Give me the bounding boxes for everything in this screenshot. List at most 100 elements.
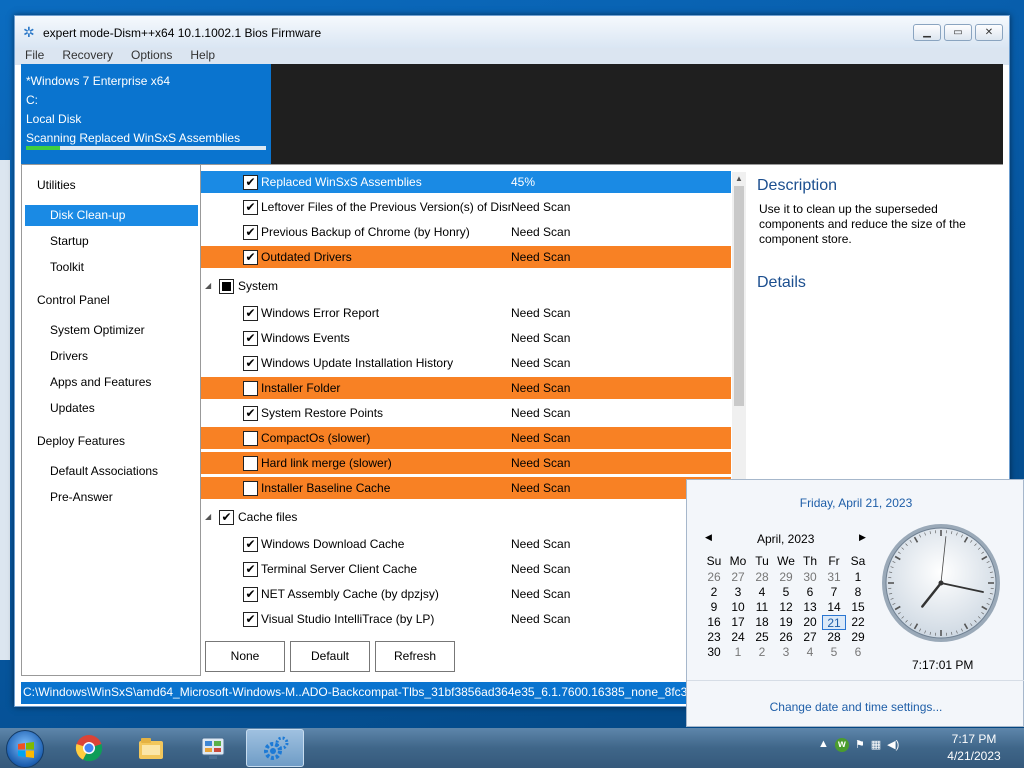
calendar-day[interactable]: 26 xyxy=(702,570,726,585)
taskbar-explorer[interactable] xyxy=(122,729,180,767)
row-checkbox[interactable] xyxy=(243,481,258,496)
list-row[interactable]: ✔ Previous Backup of Chrome (by Honry) Nee… xyxy=(201,221,731,243)
sidebar-item-pre-answer[interactable]: Pre-Answer xyxy=(25,487,198,508)
menu-recovery[interactable]: Recovery xyxy=(62,48,113,65)
list-row[interactable]: ✔ Replaced WinSxS Assemblies 45% xyxy=(201,171,731,193)
show-hidden-icons-icon[interactable]: ▲ xyxy=(818,738,829,752)
calendar-day[interactable]: 8 xyxy=(846,585,870,600)
calendar-day[interactable]: 23 xyxy=(702,630,726,645)
prev-month-icon[interactable]: ◀ xyxy=(705,532,712,543)
row-checkbox[interactable]: ✔ xyxy=(243,406,258,421)
group-checkbox[interactable] xyxy=(219,279,234,294)
row-checkbox[interactable]: ✔ xyxy=(243,587,258,602)
calendar-day[interactable]: 4 xyxy=(798,645,822,660)
calendar-day[interactable]: 13 xyxy=(798,600,822,615)
list-group-cache-files[interactable]: ◢ ✔ Cache files xyxy=(201,504,731,530)
menu-help[interactable]: Help xyxy=(190,48,215,65)
list-row[interactable]: ✔ NET Assembly Cache (by dpzjsy) Need Scan xyxy=(201,583,731,605)
calendar-day[interactable]: 3 xyxy=(726,585,750,600)
list-row[interactable]: ✔ Outdated Drivers Need Scan xyxy=(201,246,731,268)
calendar-day[interactable]: 16 xyxy=(702,615,726,630)
calendar-day[interactable]: 3 xyxy=(774,645,798,660)
list-row[interactable]: ✔ Visual Studio IntelliTrace (by LP) Need … xyxy=(201,608,731,630)
calendar-day[interactable]: 19 xyxy=(774,615,798,630)
calendar-day[interactable]: 27 xyxy=(726,570,750,585)
taskbar-clock[interactable]: 7:17 PM 4/21/2023 xyxy=(940,731,1008,765)
none-button[interactable]: None xyxy=(205,641,285,672)
list-row[interactable]: ✔ Windows Events Need Scan xyxy=(201,327,731,349)
row-checkbox[interactable]: ✔ xyxy=(243,356,258,371)
calendar-day[interactable]: 5 xyxy=(822,645,846,660)
start-button[interactable] xyxy=(6,730,44,768)
calendar-day[interactable]: 27 xyxy=(798,630,822,645)
title-bar[interactable]: ✲ expert mode-Dism++x64 10.1.1002.1 Bios… xyxy=(15,16,1009,48)
calendar-day[interactable]: 24 xyxy=(726,630,750,645)
list-row[interactable]: Installer Folder Need Scan xyxy=(201,377,731,399)
sidebar-item-apps-features[interactable]: Apps and Features xyxy=(25,372,198,393)
calendar-day[interactable]: 4 xyxy=(750,585,774,600)
sidebar-item-disk-cleanup[interactable]: Disk Clean-up xyxy=(25,205,198,226)
list-row[interactable]: ✔ Windows Update Installation History Need… xyxy=(201,352,731,374)
list-row[interactable]: ✔ Leftover Files of the Previous Version(… xyxy=(201,196,731,218)
calendar-day[interactable]: 12 xyxy=(774,600,798,615)
calendar-day[interactable]: 26 xyxy=(774,630,798,645)
calendar-day[interactable]: 22 xyxy=(846,615,870,630)
row-checkbox[interactable] xyxy=(243,431,258,446)
row-checkbox[interactable]: ✔ xyxy=(243,175,258,190)
calendar-day[interactable]: 25 xyxy=(750,630,774,645)
calendar-day[interactable]: 6 xyxy=(846,645,870,660)
group-checkbox[interactable]: ✔ xyxy=(219,510,234,525)
expand-arrow-icon[interactable]: ◢ xyxy=(205,273,211,299)
calendar-day[interactable]: 30 xyxy=(798,570,822,585)
menu-file[interactable]: File xyxy=(25,48,44,65)
scrollbar-thumb[interactable] xyxy=(734,186,744,406)
row-checkbox[interactable]: ✔ xyxy=(243,537,258,552)
row-checkbox[interactable]: ✔ xyxy=(243,331,258,346)
calendar-day[interactable]: 30 xyxy=(702,645,726,660)
close-button[interactable]: ✕ xyxy=(975,24,1003,41)
calendar-day[interactable]: 9 xyxy=(702,600,726,615)
list-row[interactable]: ✔ Windows Error Report Need Scan xyxy=(201,302,731,324)
scroll-up-icon[interactable]: ▲ xyxy=(735,174,743,183)
calendar-day[interactable]: 6 xyxy=(798,585,822,600)
calendar-day[interactable]: 28 xyxy=(822,630,846,645)
row-checkbox[interactable]: ✔ xyxy=(243,250,258,265)
taskbar-control-panel[interactable] xyxy=(184,729,242,767)
sidebar-item-system-optimizer[interactable]: System Optimizer xyxy=(25,320,198,341)
calendar-day[interactable]: 20 xyxy=(798,615,822,630)
list-row[interactable]: Installer Baseline Cache Need Scan xyxy=(201,477,731,499)
row-checkbox[interactable]: ✔ xyxy=(243,562,258,577)
row-checkbox[interactable] xyxy=(243,381,258,396)
calendar-day[interactable]: 29 xyxy=(774,570,798,585)
calendar-day[interactable]: 2 xyxy=(702,585,726,600)
calendar-date-title[interactable]: Friday, April 21, 2023 xyxy=(687,496,1024,510)
sidebar-item-startup[interactable]: Startup xyxy=(25,231,198,252)
calendar-day[interactable]: 28 xyxy=(750,570,774,585)
calendar-day[interactable]: 7 xyxy=(822,585,846,600)
list-row[interactable]: ✔ Windows Download Cache Need Scan xyxy=(201,533,731,555)
volume-icon[interactable]: ◀) xyxy=(887,738,899,752)
expand-arrow-icon[interactable]: ◢ xyxy=(205,504,211,530)
list-row[interactable]: ✔ System Restore Points Need Scan xyxy=(201,402,731,424)
calendar-day[interactable]: 21 xyxy=(822,615,846,630)
row-checkbox[interactable]: ✔ xyxy=(243,612,258,627)
row-checkbox[interactable]: ✔ xyxy=(243,200,258,215)
taskbar-dism[interactable] xyxy=(246,729,304,767)
wisecare-icon[interactable]: w xyxy=(834,738,849,752)
sidebar-item-toolkit[interactable]: Toolkit xyxy=(25,257,198,278)
list-row[interactable]: CompactOs (slower) Need Scan xyxy=(201,427,731,449)
row-checkbox[interactable]: ✔ xyxy=(243,306,258,321)
calendar-day[interactable]: 1 xyxy=(846,570,870,585)
calendar-day[interactable]: 14 xyxy=(822,600,846,615)
list-group-system[interactable]: ◢ System xyxy=(201,273,731,299)
list-row[interactable]: ✔ Terminal Server Client Cache Need Scan xyxy=(201,558,731,580)
refresh-button[interactable]: Refresh xyxy=(375,641,455,672)
maximize-button[interactable]: ▭ xyxy=(944,24,972,41)
list-row[interactable]: Hard link merge (slower) Need Scan xyxy=(201,452,731,474)
calendar-day[interactable]: 31 xyxy=(822,570,846,585)
next-month-icon[interactable]: ▶ xyxy=(859,532,866,543)
calendar-month[interactable]: April, 2023 xyxy=(757,532,814,546)
minimize-button[interactable]: ▁ xyxy=(913,24,941,41)
sidebar-item-drivers[interactable]: Drivers xyxy=(25,346,198,367)
taskbar-chrome[interactable] xyxy=(60,729,118,767)
